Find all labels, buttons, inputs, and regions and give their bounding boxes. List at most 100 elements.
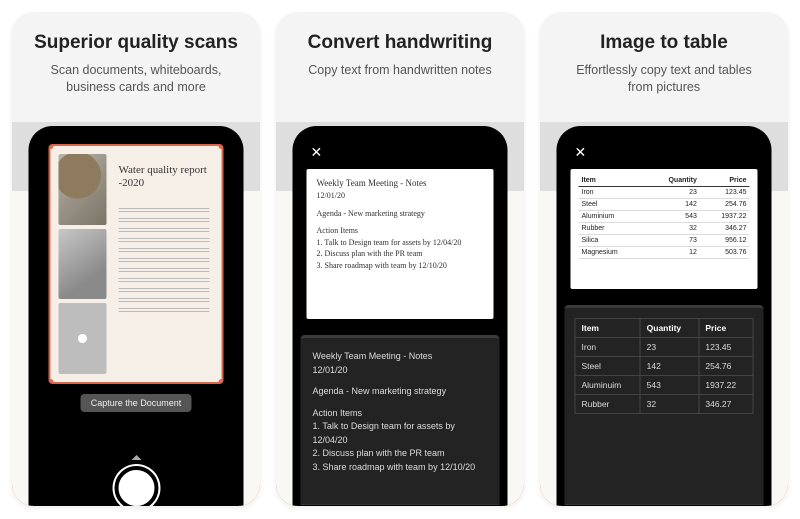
source-table-image: Item Quantity Price Iron23123.45Steel142… [571,169,758,289]
cell-qty: 12 [645,247,700,259]
table-row: Silica73956.12 [579,235,750,247]
cell-item: Rubber [575,395,640,414]
document-thumbnails [51,146,115,382]
cell-price: 254.76 [700,199,750,211]
document-text: Water quality report -2020 [115,146,222,382]
cell-price: 1937.22 [700,211,750,223]
col-price: Price [700,175,750,187]
screenshot-table: Image to table Effortlessly copy text an… [540,12,788,506]
conv-section: Action Items [313,407,488,421]
table-row: Aluminuim5431937.22 [575,376,753,395]
doc-image-thumb [59,303,107,374]
hw-item: 1. Talk to Design team for assets by 12/… [317,237,484,249]
action-bar: Copy Share [565,504,764,506]
conv-date: 12/01/20 [313,364,488,378]
cell-qty: 142 [645,199,700,211]
scan-detection-frame: Water quality report -2020 [49,144,224,384]
action-bar: Copy Share [301,504,500,506]
app-store-screenshots: Superior quality scans Scan documents, w… [12,12,788,506]
doc-image-thumb [59,154,107,225]
cell-item: Silica [579,235,646,247]
cell-price: 503.76 [700,247,750,259]
card-title: Image to table [556,32,772,54]
cell-qty: 543 [640,376,699,395]
phone-frame: ✕ Item Quantity Price Iron23123.45Steel1… [557,126,772,506]
hw-date: 12/01/20 [317,190,484,202]
cell-qty: 32 [645,223,700,235]
card-subtitle: Effortlessly copy text and tables from p… [556,62,772,96]
close-icon[interactable]: ✕ [575,144,587,161]
conv-item: 1. Talk to Design team for assets by 12/… [313,420,488,447]
hw-section: Action Items [317,225,484,237]
chevron-up-icon[interactable] [131,455,141,460]
handwritten-note: Weekly Team Meeting - Notes 12/01/20 Age… [307,169,494,319]
close-icon[interactable]: ✕ [311,144,323,161]
cell-price: 1937.22 [699,376,753,395]
table-row: Aluminium5431937.22 [579,211,750,223]
table-row: Iron23123.45 [575,338,753,357]
cell-qty: 23 [640,338,699,357]
table-row: Steel142254.76 [579,199,750,211]
document-body [119,206,210,312]
col-item: Item [579,175,646,187]
col-qty: Quantity [640,319,699,338]
doc-image-thumb [59,229,107,300]
hw-line: Weekly Team Meeting - Notes [317,178,427,188]
cell-item: Magnesium [579,247,646,259]
cell-price: 123.45 [699,338,753,357]
cell-item: Aluminium [579,211,646,223]
card-title: Convert handwriting [292,32,508,54]
hw-agenda: Agenda - New marketing strategy [317,208,484,220]
cell-item: Iron [575,338,640,357]
conv-agenda: Agenda - New marketing strategy [313,385,488,399]
table-extract-view: ✕ Item Quantity Price Iron23123.45Steel1… [565,136,764,506]
col-item: Item [575,319,640,338]
col-price: Price [699,319,753,338]
cell-item: Aluminuim [575,376,640,395]
phone-frame: ✕ Weekly Team Meeting - Notes 12/01/20 A… [293,126,508,506]
card-header: Superior quality scans Scan documents, w… [12,12,260,122]
screenshot-scan: Superior quality scans Scan documents, w… [12,12,260,506]
table-row: Rubber32346.27 [575,395,753,414]
cell-item: Iron [579,187,646,199]
table-row: Rubber32346.27 [579,223,750,235]
cell-price: 123.45 [700,187,750,199]
cell-qty: 543 [645,211,700,223]
capture-document-button[interactable]: Capture the Document [81,394,192,412]
cell-qty: 32 [640,395,699,414]
document-title: Water quality report -2020 [119,164,210,190]
cell-qty: 73 [645,235,700,247]
phone-frame: Water quality report -2020 Capture the D… [29,126,244,506]
converted-text-panel: Weekly Team Meeting - Notes 12/01/20 Age… [301,335,500,504]
table-row: Magnesium12503.76 [579,247,750,259]
card-subtitle: Scan documents, whiteboards, business ca… [28,62,244,96]
col-qty: Quantity [645,175,700,187]
cell-item: Steel [579,199,646,211]
screenshot-handwriting: Convert handwriting Copy text from handw… [276,12,524,506]
cell-price: 346.27 [700,223,750,235]
table-row: Steel142254.76 [575,357,753,376]
camera-controls: WHITEBOARD DOCUMENT BUSINESS CA [37,445,236,506]
card-subtitle: Copy text from handwritten notes [292,62,508,79]
hw-item: 3. Share roadmap with team by 12/10/20 [317,260,484,272]
conv-item: 2. Discuss plan with the PR team [313,447,488,461]
card-header: Convert handwriting Copy text from handw… [276,12,524,122]
handwriting-view: ✕ Weekly Team Meeting - Notes 12/01/20 A… [301,136,500,506]
card-title: Superior quality scans [28,32,244,54]
cell-item: Rubber [579,223,646,235]
source-table: Item Quantity Price Iron23123.45Steel142… [579,175,750,259]
hw-item: 2. Discuss plan with the PR team [317,248,484,260]
card-header: Image to table Effortlessly copy text an… [540,12,788,122]
table-row: Iron23123.45 [579,187,750,199]
camera-scan-view: Water quality report -2020 Capture the D… [37,136,236,506]
cell-price: 956.12 [700,235,750,247]
shutter-button[interactable] [114,466,158,506]
cell-qty: 142 [640,357,699,376]
cell-qty: 23 [645,187,700,199]
extracted-table-panel: Item Quantity Price Iron23123.45Steel142… [565,305,764,504]
cell-price: 254.76 [699,357,753,376]
conv-line: Weekly Team Meeting - Notes [313,350,488,364]
extracted-table: Item Quantity Price Iron23123.45Steel142… [575,318,754,414]
cell-price: 346.27 [699,395,753,414]
cell-item: Steel [575,357,640,376]
